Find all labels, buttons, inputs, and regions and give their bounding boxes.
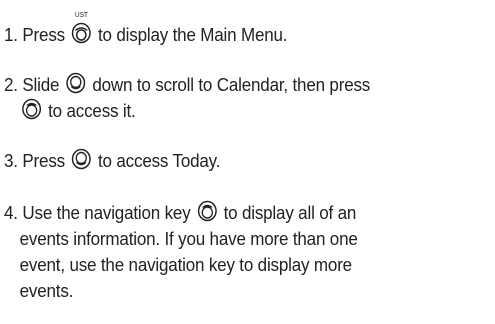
step-1-line-1: 1. Press UST to display the Main Menu.: [4, 12, 288, 48]
step-4-line-2: events information. If you have more tha…: [19, 228, 358, 249]
step-number: 1.: [4, 24, 18, 45]
step-number: 2.: [4, 74, 18, 95]
step-4: 4. Use the navigation key to display all…: [4, 200, 358, 304]
step-text: Press: [22, 24, 65, 45]
step-text: to access it.: [48, 100, 136, 121]
step-2: 2. Slide down to scroll to Calendar, the…: [4, 72, 370, 124]
instruction-steps: 1. Press UST to display the Main Menu. 2…: [0, 0, 495, 324]
step-text: Use the navigation key: [22, 202, 191, 223]
nav-key-down-icon: [71, 148, 91, 170]
step-number: 3.: [4, 150, 18, 171]
step-number: 4.: [4, 202, 18, 223]
step-text: to access Today.: [98, 150, 221, 171]
step-text: down to scroll to Calendar, then press: [92, 74, 371, 95]
step-text: to display the Main Menu.: [98, 24, 288, 45]
step-text: Slide: [22, 74, 60, 95]
ok-key-icon: UST: [71, 12, 91, 44]
step-4-line-1: 4. Use the navigation key to display all…: [4, 200, 358, 226]
step-text: to display all of an: [223, 202, 357, 223]
nav-key-up-icon: [197, 200, 217, 222]
step-2-line-2: to access it.: [4, 98, 370, 124]
step-2-line-1: 2. Slide down to scroll to Calendar, the…: [4, 72, 370, 98]
step-4-line-3: event, use the navigation key to display…: [19, 254, 353, 275]
step-1: 1. Press UST to display the Main Menu.: [4, 12, 288, 48]
step-3-line-1: 3. Press to access Today.: [4, 148, 220, 174]
ok-key-label: UST: [75, 12, 88, 19]
nav-key-down-icon: [66, 72, 86, 94]
nav-key-up-icon: [21, 98, 42, 120]
step-4-line-4: events.: [19, 280, 74, 301]
step-text: Press: [22, 150, 65, 171]
step-3: 3. Press to access Today.: [4, 148, 220, 174]
